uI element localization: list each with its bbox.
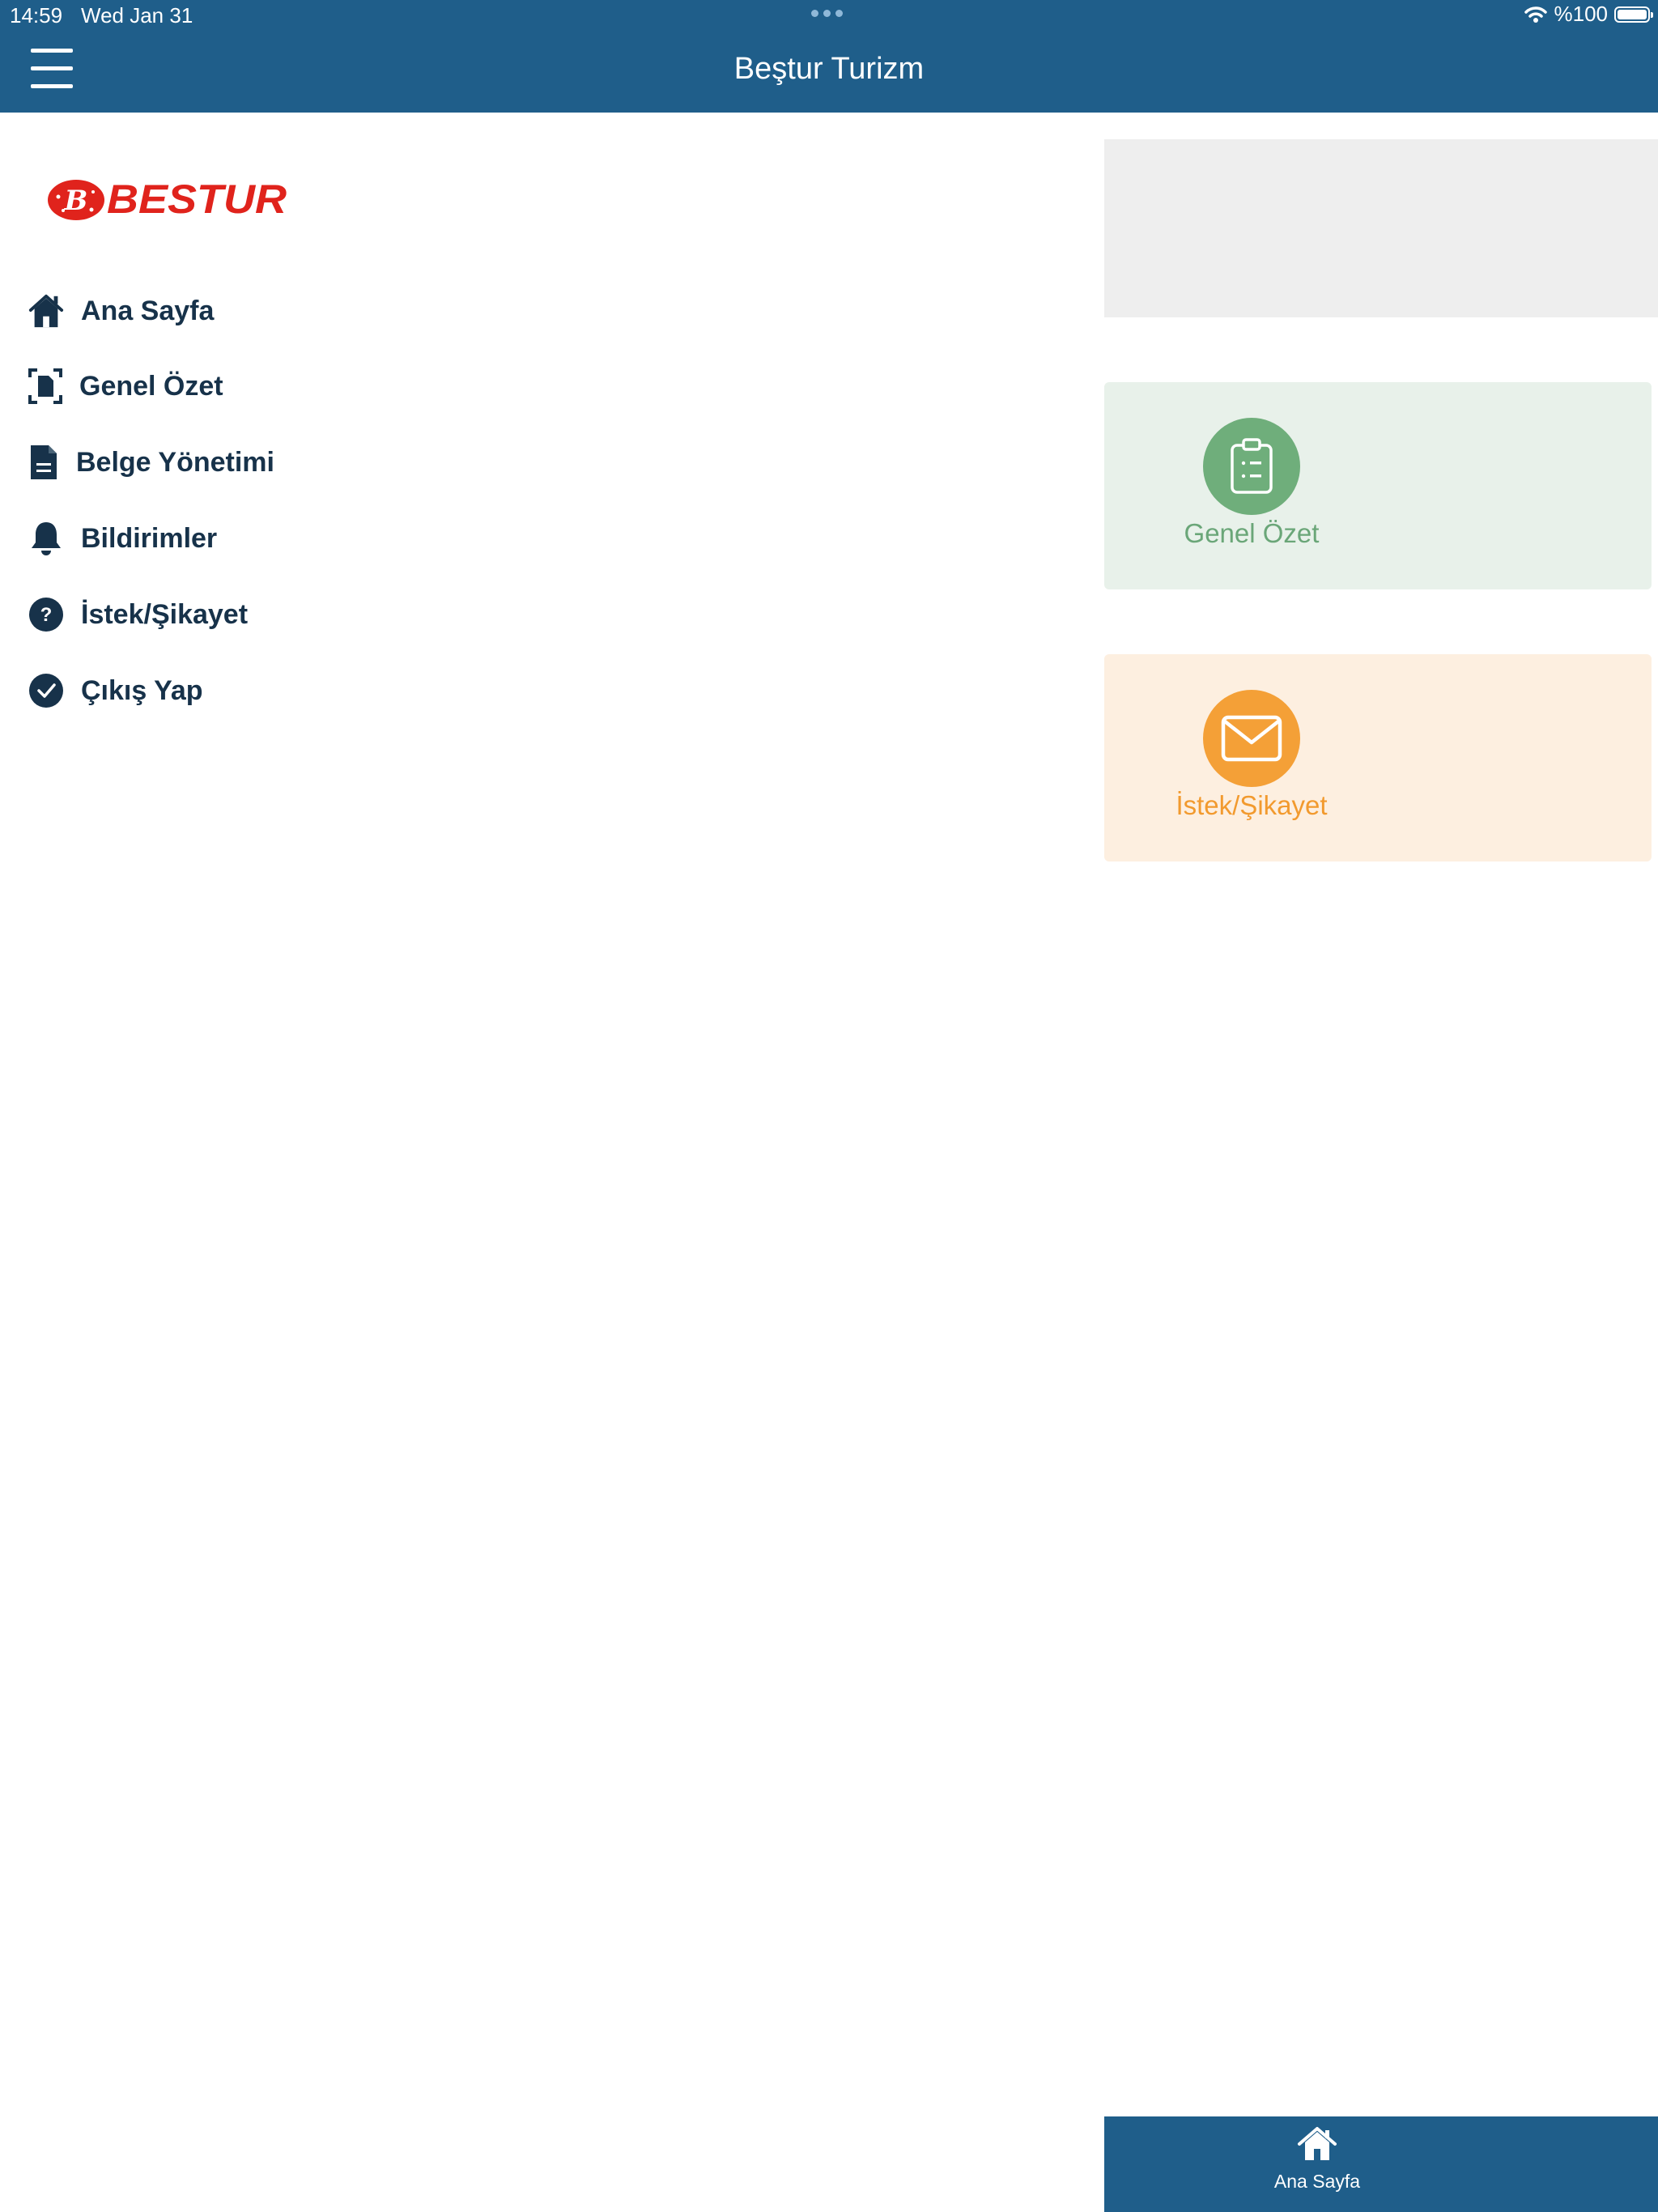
wifi-icon	[1524, 6, 1547, 23]
svg-text:BESTUR: BESTUR	[107, 177, 287, 222]
tab-label: Ana Sayfa	[1273, 2171, 1361, 2192]
home-icon	[1298, 2127, 1337, 2160]
bottom-tab-bar: Ana Sayfa	[1104, 2116, 1658, 2212]
file-icon	[28, 444, 60, 481]
tile-label: İstek/Şikayet	[1175, 790, 1328, 820]
page-title: Beştur Turizm	[733, 52, 925, 86]
menu-item-cikis-yap[interactable]: Çıkış Yap	[28, 668, 203, 713]
status-indicators: %100	[1524, 2, 1653, 27]
istek-sikayet-tile[interactable]: İstek/Şikayet	[1104, 654, 1652, 861]
menu-item-label: İstek/Şikayet	[81, 598, 249, 630]
battery-percentage: %100	[1554, 2, 1609, 26]
menu-item-bildirimler[interactable]: Bildirimler	[28, 516, 217, 561]
tile-label: Genel Özet	[1184, 518, 1320, 548]
svg-text:B: B	[64, 185, 88, 217]
top-navigation-bar: 14:59 Wed Jan 31 %100 Beştur Turizm	[0, 0, 1658, 113]
check-circle-icon	[28, 672, 65, 709]
tab-ana-sayfa[interactable]: Ana Sayfa	[1185, 2126, 1449, 2207]
document-scan-icon	[28, 368, 63, 405]
svg-text:?: ?	[40, 604, 53, 626]
status-time: 14:59	[10, 3, 63, 28]
genel-ozet-tile[interactable]: Genel Özet	[1104, 382, 1652, 589]
bell-icon	[28, 520, 65, 557]
menu-item-genel-ozet[interactable]: Genel Özet	[28, 364, 223, 409]
question-circle-icon: ?	[28, 596, 65, 633]
battery-icon	[1614, 6, 1653, 23]
menu-item-label: Ana Sayfa	[81, 295, 215, 326]
envelope-icon	[1203, 690, 1300, 787]
banner-placeholder	[1104, 139, 1658, 317]
menu-item-ana-sayfa[interactable]: Ana Sayfa	[28, 288, 214, 334]
clipboard-icon	[1203, 418, 1300, 515]
menu-item-label: Genel Özet	[79, 370, 223, 402]
menu-item-istek-sikayet[interactable]: ? İstek/Şikayet	[28, 592, 248, 637]
menu-item-label: Çıkış Yap	[81, 674, 203, 706]
home-icon	[28, 292, 65, 330]
menu-item-label: Belge Yönetimi	[76, 446, 274, 478]
bestur-logo: B BESTUR	[48, 177, 287, 222]
status-date: Wed Jan 31	[81, 3, 193, 28]
menu-item-belge-yonetimi[interactable]: Belge Yönetimi	[28, 440, 274, 485]
multitasking-dots-icon[interactable]	[811, 10, 843, 17]
menu-item-label: Bildirimler	[81, 522, 218, 554]
